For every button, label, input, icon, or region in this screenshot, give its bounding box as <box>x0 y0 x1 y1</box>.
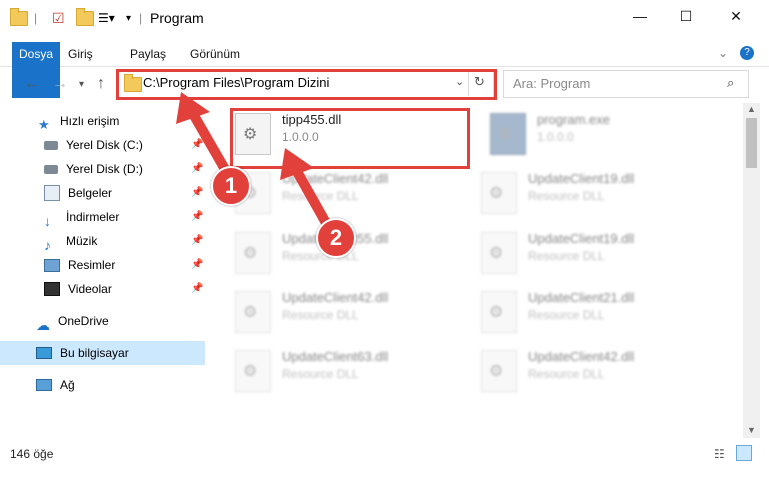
annotation-badge-1: 1 <box>211 166 251 206</box>
annotation-arrows <box>176 92 335 235</box>
annotation-badge-2: 2 <box>316 218 356 258</box>
explorer-window: | ☑ ☰▾ ▾ | Program — ☐ ✕ Dosya Giriş Pay… <box>0 0 769 478</box>
